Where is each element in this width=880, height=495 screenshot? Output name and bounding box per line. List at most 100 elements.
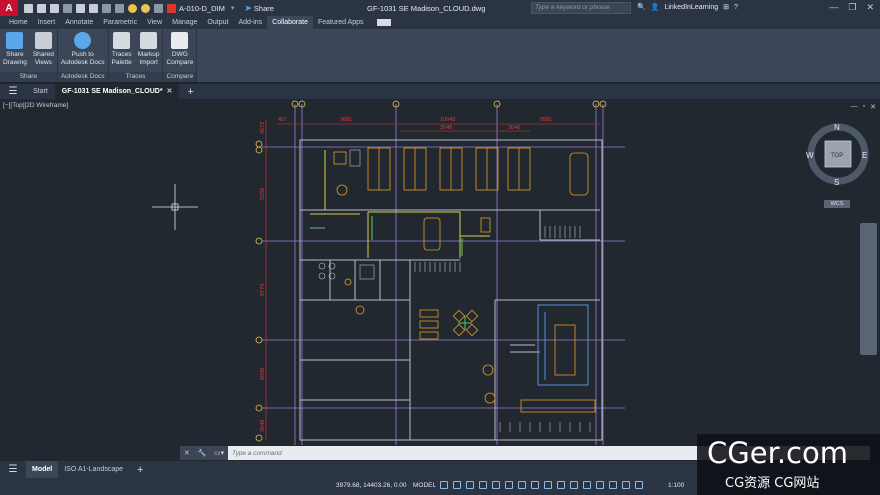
tab-active-drawing[interactable]: GF-1031 SE Madison_CLOUD* ✕ [54,84,180,99]
ortho-toggle-icon[interactable] [466,481,474,489]
osnap-toggle-icon[interactable] [518,481,526,489]
ribbon-tab-manage[interactable]: Manage [167,16,202,29]
markup-import-button[interactable]: Markup Import [135,32,163,72]
viewport-window-controls: — ▫ ✕ [851,103,876,111]
coordinates-readout[interactable]: 3979.68, 14403.26, 0.00 [336,482,406,489]
selection-filter-icon[interactable] [596,481,604,489]
window-controls: — ❐ ✕ [829,2,874,13]
share-button[interactable]: ➤ Share [244,3,274,14]
tab-close-icon[interactable]: ✕ [167,88,173,95]
save-icon[interactable] [50,3,59,13]
ribbon-tab-annotate[interactable]: Annotate [60,16,98,29]
open-file-icon[interactable] [37,3,46,13]
current-layer-dropdown[interactable]: A-010-D_DIM [179,4,225,13]
lineweight-toggle-icon[interactable] [531,481,539,489]
command-input[interactable]: Type a command [232,450,282,457]
cart-icon[interactable]: ⊞ [723,3,729,11]
cmd-wrench-icon[interactable]: 🔧 [198,449,207,457]
ribbon-button-label: Shared [32,51,54,58]
model-space-toggle[interactable]: MODEL [413,482,436,489]
title-bar: A A-010-D_DIM ▾ ➤ Share GF-1031 SE Madis… [0,0,880,16]
undo-icon[interactable] [102,3,111,13]
dwg-compare-button[interactable]: DWG Compare [163,32,196,72]
layout-menu-icon[interactable]: ☰ [0,464,26,475]
polar-toggle-icon[interactable] [479,481,487,489]
traces-palette-button[interactable]: Traces Palette [109,32,135,72]
search-input[interactable]: Type a keyword or phrase [531,2,631,14]
search-icon[interactable]: 🔍 [637,3,646,11]
markup-import-icon [140,32,158,49]
dim-left-5: 3048 [260,420,266,432]
wcs-menu[interactable]: WCS [824,200,850,208]
grid-toggle-icon[interactable] [440,481,448,489]
share-drawing-button[interactable]: Share Drawing [0,32,30,72]
share-label: Share [253,3,274,13]
shared-views-button[interactable]: Shared Views [30,32,57,72]
ribbon-tab-insert[interactable]: Insert [33,16,61,29]
ribbon-tab-collaborate[interactable]: Collaborate [267,16,313,29]
watermark-title: CGer.com [707,436,848,470]
ribbon-tab-view[interactable]: View [142,16,167,29]
close-icon[interactable]: ✕ [866,2,874,13]
auto-scale-icon[interactable] [635,481,643,489]
user-name[interactable]: LinkedInLearning [664,4,718,11]
drafting-toggles [440,481,643,489]
ribbon-button-label: Traces [111,51,132,58]
new-tab-icon[interactable]: + [187,86,193,98]
help-icon[interactable]: ? [734,4,738,11]
ribbon-tab-output[interactable]: Output [202,16,233,29]
web-mobile-icon[interactable] [76,3,85,13]
navigation-bar[interactable] [860,223,877,355]
quick-access-toolbar [24,3,163,13]
annotation-visibility-icon[interactable] [622,481,630,489]
viewport-close-icon[interactable]: ✕ [870,103,876,111]
ribbon-group-autodesk-docs: Push to Autodesk Docs Autodesk Docs [57,29,109,82]
minimize-icon[interactable]: — [829,2,838,13]
isodraft-toggle-icon[interactable] [492,481,500,489]
layer-lock-icon[interactable] [154,3,163,13]
layer-on-icon[interactable] [128,3,137,13]
cmd-recent-icon[interactable]: ▭▾ [214,449,224,457]
layout-tab-iso-a1-landscape[interactable]: ISO A1-Landscape [58,461,129,478]
dim-top-left: 457 [278,117,287,123]
snap-toggle-icon[interactable] [453,481,461,489]
new-file-icon[interactable] [24,3,33,13]
ribbon-group-label: Share [0,72,57,82]
user-icon[interactable]: 👤 [651,3,660,11]
transparency-toggle-icon[interactable] [544,481,552,489]
ribbon-tab-featured-apps[interactable]: Featured Apps [313,16,369,29]
dynamic-ucs-icon[interactable] [583,481,591,489]
watermark-overlay: CGer.com CG资源 CG网站 [697,434,880,495]
ribbon-tab-parametric[interactable]: Parametric [98,16,142,29]
viewport-restore-icon[interactable]: ▫ [863,103,865,111]
layout-tab-model[interactable]: Model [26,461,59,478]
osnap-tracking-icon[interactable] [505,481,513,489]
redo-icon[interactable] [115,3,124,13]
autocad-logo-icon[interactable]: A [0,0,18,16]
add-layout-icon[interactable]: + [137,464,143,476]
layer-color-swatch [167,3,176,13]
push-docs-button[interactable]: Push to Autodesk Docs [58,32,108,72]
push-docs-icon [74,32,92,49]
plant-marker [458,316,472,330]
ribbon-tab-add-ins[interactable]: Add-ins [233,16,267,29]
layer-dropdown-caret-icon[interactable]: ▾ [231,4,235,12]
annotation-scale[interactable]: 1:100 [668,482,684,489]
ribbon-minimize-icon[interactable] [376,19,391,26]
drawing-area[interactable]: 457 9681 10040 3048 3048 9581 4572 9258 … [0,99,880,461]
tab-start[interactable]: Start [26,84,55,99]
3d-osnap-icon[interactable] [570,481,578,489]
gizmo-icon[interactable] [609,481,617,489]
viewport-controls-label[interactable]: [−][Top][2D Wireframe] [3,102,68,109]
viewport-minimize-icon[interactable]: — [851,103,858,111]
plot-icon[interactable] [89,3,98,13]
ribbon-button-label: Palette [111,59,132,66]
maximize-icon[interactable]: ❐ [848,2,856,13]
save-as-icon[interactable] [63,3,72,13]
ribbon-tab-home[interactable]: Home [4,16,33,29]
selection-cycling-icon[interactable] [557,481,565,489]
cmd-close-icon[interactable]: ✕ [184,449,190,457]
layer-freeze-icon[interactable] [141,3,150,13]
dim-top-1: 9681 [340,117,352,123]
hamburger-menu-icon[interactable]: ☰ [0,86,26,97]
